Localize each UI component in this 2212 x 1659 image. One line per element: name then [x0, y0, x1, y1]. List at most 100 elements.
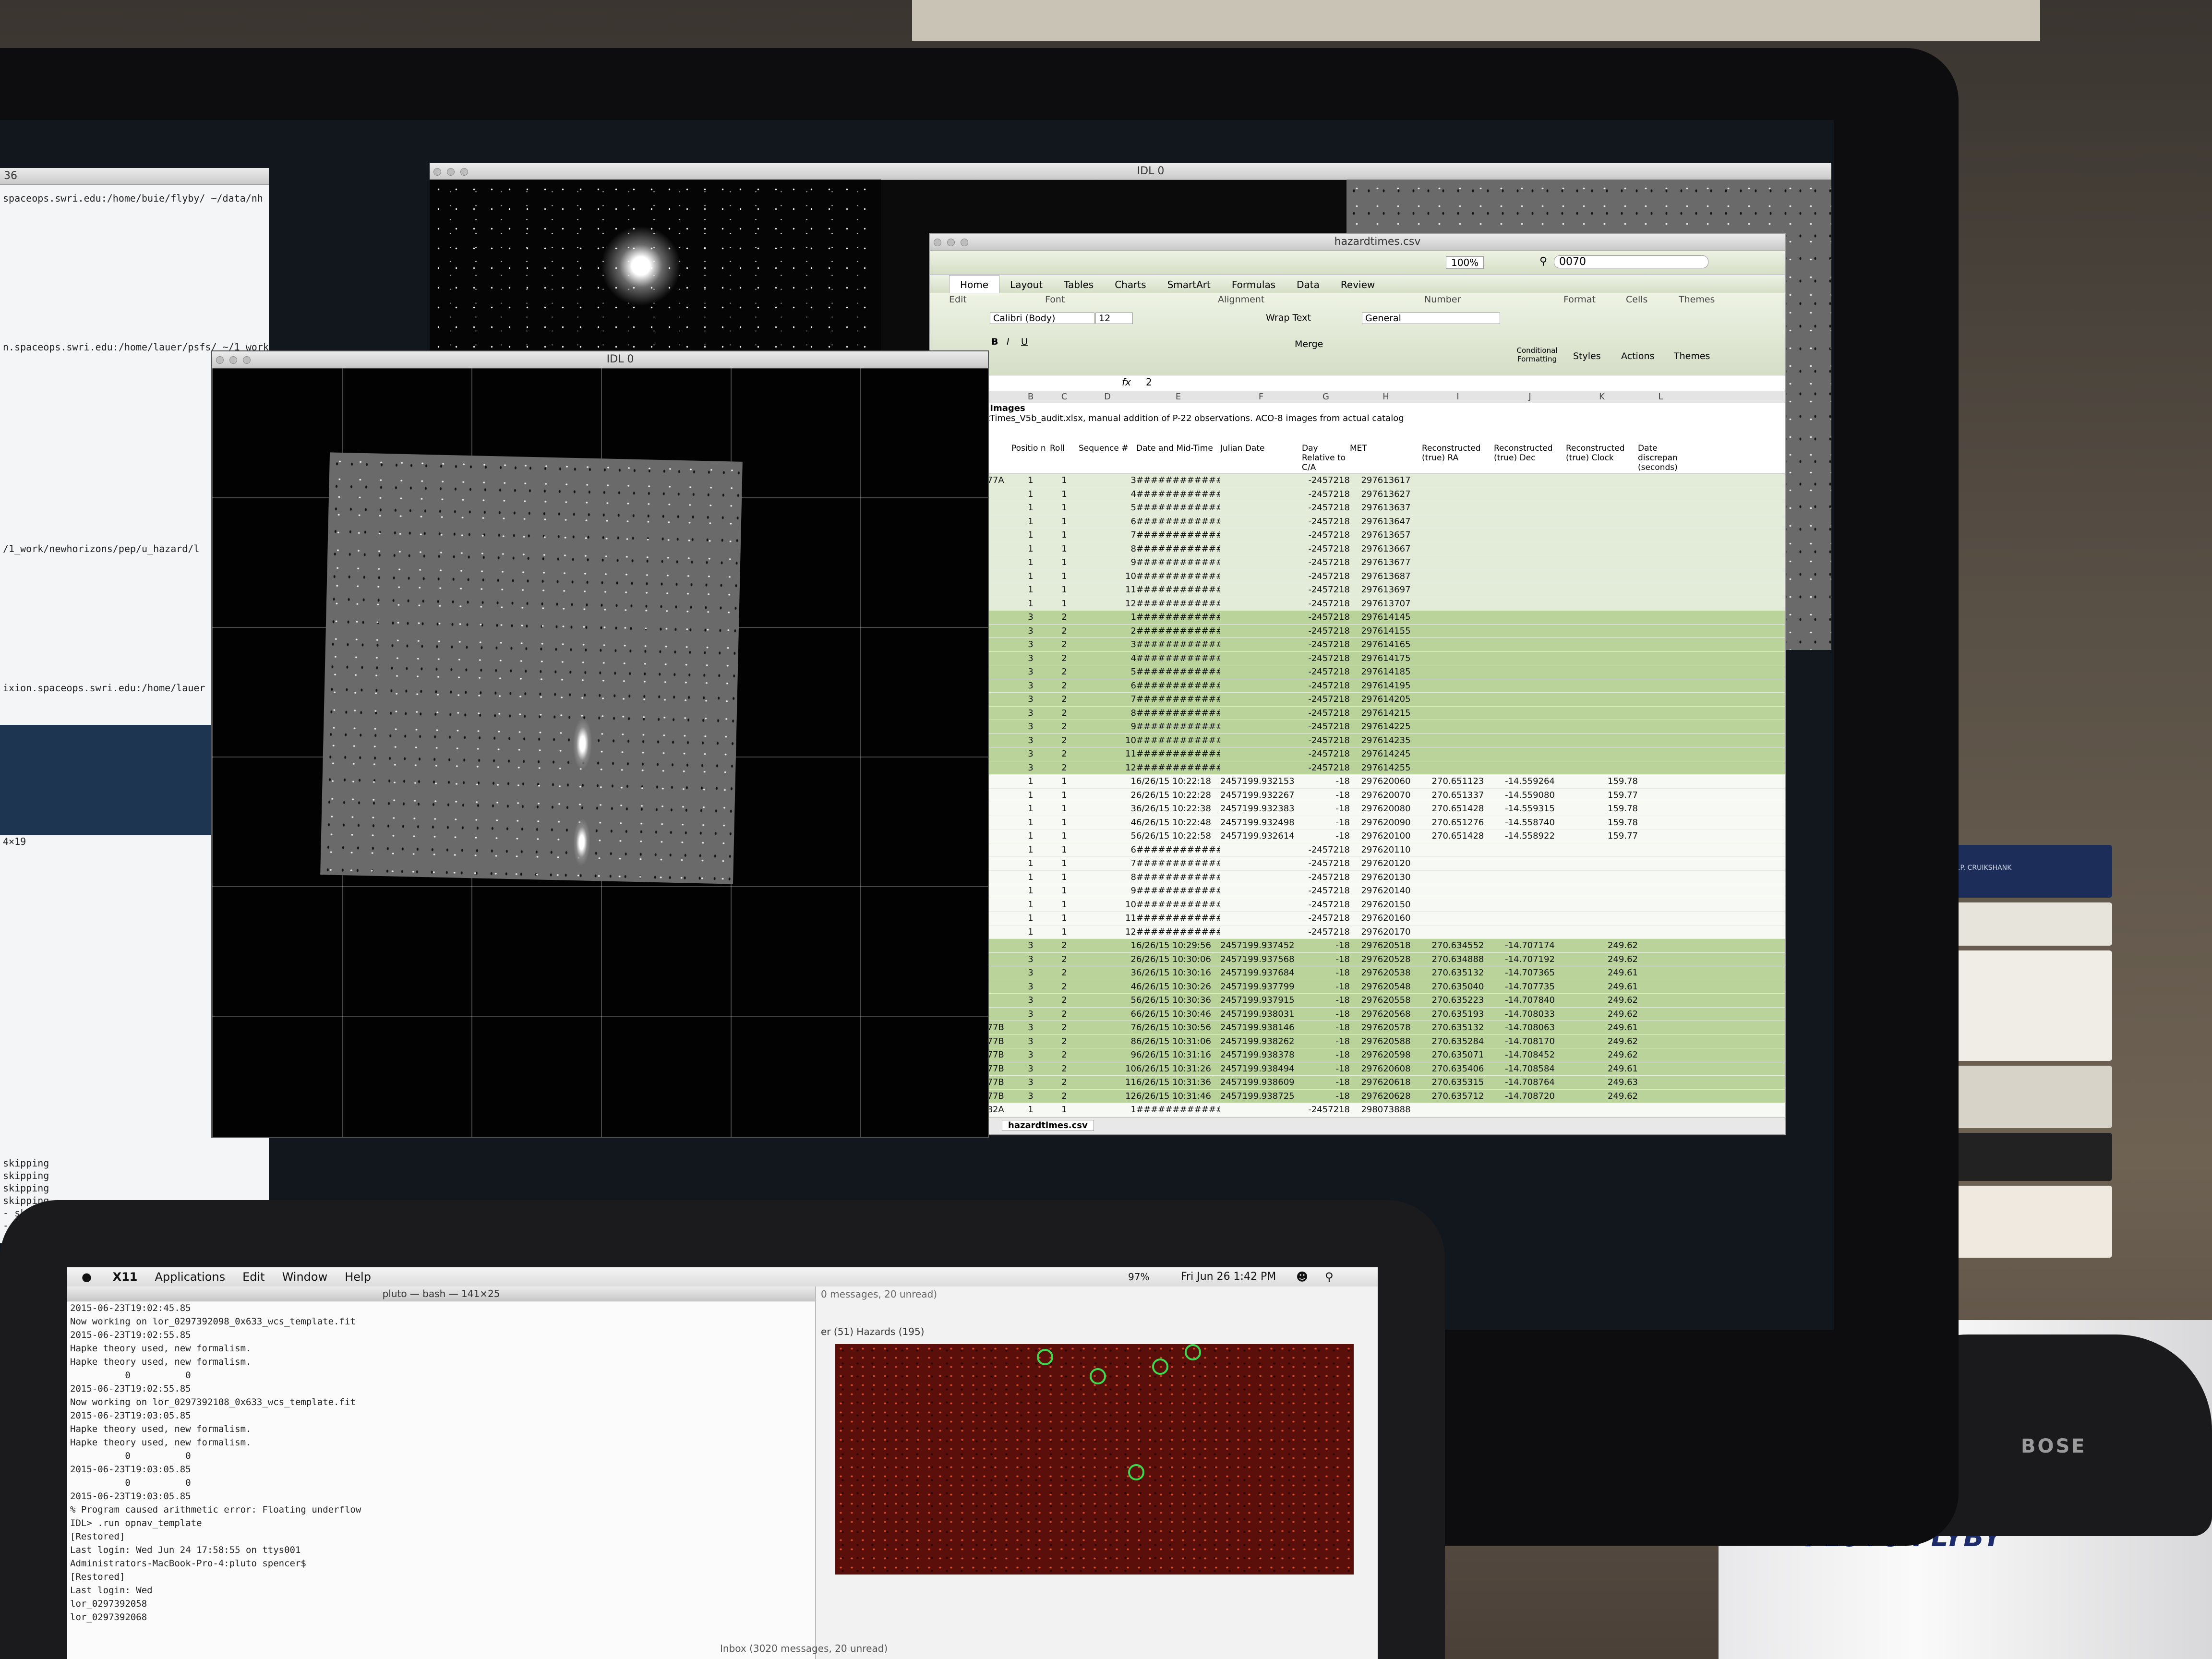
table-cell[interactable]: 297620628 [1350, 1090, 1422, 1103]
table-cell[interactable]: 2 [1050, 1021, 1079, 1034]
table-cell[interactable]: 1 [1011, 802, 1050, 816]
table-cell[interactable]: 159.78 [1566, 816, 1638, 830]
table-cell[interactable]: -18 [1302, 1062, 1350, 1076]
table-cell[interactable]: 1 [1050, 926, 1079, 939]
table-cell[interactable]: ############### [1136, 747, 1220, 761]
table-cell[interactable]: 1 [1011, 488, 1050, 501]
table-cell[interactable]: 9 [1079, 884, 1136, 898]
table-cell[interactable]: 297620558 [1350, 994, 1422, 1007]
table-cell[interactable]: 3 [1079, 638, 1136, 651]
table-cell[interactable]: ############### [1136, 556, 1220, 569]
table-cell[interactable]: -2457218 [1302, 638, 1350, 651]
table-cell[interactable]: 2457199.937799 [1220, 980, 1302, 994]
table-cell[interactable]: 2 [1050, 980, 1079, 994]
table-cell[interactable]: 6/26/15 10:30:16 [1136, 966, 1220, 980]
close-button[interactable] [216, 356, 224, 364]
table-cell[interactable]: -14.708063 [1494, 1021, 1566, 1034]
close-button[interactable] [433, 168, 441, 176]
bold-button[interactable]: B [991, 337, 998, 347]
table-cell[interactable]: 3 [1011, 625, 1050, 638]
table-cell[interactable]: -2457218 [1302, 843, 1350, 857]
table-cell[interactable]: -2457218 [1302, 501, 1350, 515]
table-cell[interactable]: 6/26/15 10:22:38 [1136, 802, 1220, 816]
table-cell[interactable]: 1 [1011, 898, 1050, 912]
menu-item-edit[interactable]: Edit [242, 1270, 264, 1284]
table-cell[interactable]: 249.62 [1566, 1048, 1638, 1062]
table-cell[interactable]: 2 [1050, 1090, 1079, 1103]
table-cell[interactable]: 270.635712 [1422, 1090, 1494, 1103]
table-cell[interactable]: 1 [1011, 871, 1050, 884]
table-cell[interactable]: 8 [1079, 707, 1136, 720]
table-cell[interactable]: 1 [1011, 775, 1050, 788]
table-cell[interactable]: 2457199.937915 [1220, 994, 1302, 1007]
ribbon-tab-tables[interactable]: Tables [1053, 276, 1104, 294]
table-cell[interactable]: 297620120 [1350, 857, 1422, 870]
table-cell[interactable]: 1 [1050, 597, 1079, 611]
table-cell[interactable]: 1 [1011, 830, 1050, 843]
table-cell[interactable]: 297613677 [1350, 556, 1422, 569]
table-cell[interactable]: 1 [1011, 926, 1050, 939]
column-letter[interactable]: E [1136, 391, 1220, 403]
table-cell[interactable]: 1 [1011, 816, 1050, 830]
table-cell[interactable]: 297614255 [1350, 761, 1422, 775]
table-cell[interactable]: 1 [1011, 857, 1050, 870]
table-cell[interactable]: -2457218 [1302, 761, 1350, 775]
table-cell[interactable]: -2457218 [1302, 693, 1350, 706]
table-cell[interactable]: 9 [1079, 720, 1136, 733]
table-cell[interactable]: 5 [1079, 665, 1136, 679]
table-cell[interactable]: 270.635284 [1422, 1035, 1494, 1048]
table-cell[interactable]: 1 [1011, 1103, 1050, 1117]
mail-window[interactable]: 0 messages, 20 unread) er (51) Hazards (… [720, 1286, 1378, 1659]
ribbon-tab-review[interactable]: Review [1330, 276, 1385, 294]
table-cell[interactable]: 297620528 [1350, 953, 1422, 966]
table-cell[interactable]: -18 [1302, 966, 1350, 980]
table-cell[interactable]: -14.707174 [1494, 939, 1566, 952]
table-cell[interactable]: 1 [1050, 802, 1079, 816]
table-cell[interactable]: 3 [1011, 720, 1050, 733]
table-cell[interactable]: 297620140 [1350, 884, 1422, 898]
table-cell[interactable]: 1 [1011, 542, 1050, 556]
table-cell[interactable]: 5 [1079, 830, 1136, 843]
table-cell[interactable]: ############### [1136, 583, 1220, 597]
table-cell[interactable]: 6 [1079, 843, 1136, 857]
column-letter[interactable]: H [1350, 391, 1422, 403]
table-cell[interactable]: 297613647 [1350, 515, 1422, 529]
table-cell[interactable]: 297614165 [1350, 638, 1422, 651]
column-letter[interactable]: L [1638, 391, 1683, 403]
table-cell[interactable]: 6 [1079, 515, 1136, 529]
table-cell[interactable]: 3 [1011, 966, 1050, 980]
table-cell[interactable]: 2 [1050, 747, 1079, 761]
table-cell[interactable]: 10 [1079, 570, 1136, 583]
table-cell[interactable]: -18 [1302, 830, 1350, 843]
table-cell[interactable]: -2457218 [1302, 679, 1350, 693]
table-cell[interactable]: 1 [1050, 775, 1079, 788]
table-cell[interactable]: -14.559315 [1494, 802, 1566, 816]
table-cell[interactable]: 1 [1050, 474, 1079, 487]
table-cell[interactable]: -2457218 [1302, 597, 1350, 611]
table-cell[interactable]: -14.707365 [1494, 966, 1566, 980]
table-cell[interactable]: 1 [1079, 611, 1136, 624]
table-cell[interactable]: 2457199.938494 [1220, 1062, 1302, 1076]
table-cell[interactable]: ############### [1136, 515, 1220, 529]
table-cell[interactable]: -14.708033 [1494, 1008, 1566, 1021]
table-cell[interactable]: ############### [1136, 693, 1220, 706]
table-cell[interactable]: -14.558740 [1494, 816, 1566, 830]
close-button[interactable] [934, 239, 941, 246]
table-cell[interactable]: 4 [1079, 652, 1136, 665]
table-cell[interactable]: ############### [1136, 761, 1220, 775]
table-cell[interactable]: 249.61 [1566, 966, 1638, 980]
table-cell[interactable]: 159.77 [1566, 789, 1638, 802]
table-cell[interactable]: -14.558922 [1494, 830, 1566, 843]
laptop-terminal-titlebar[interactable]: pluto — bash — 141×25 [67, 1286, 815, 1301]
table-cell[interactable]: 7 [1079, 857, 1136, 870]
table-cell[interactable]: 6/26/15 10:31:46 [1136, 1090, 1220, 1103]
table-cell[interactable]: 297620130 [1350, 871, 1422, 884]
table-cell[interactable]: 6/26/15 10:30:36 [1136, 994, 1220, 1007]
table-cell[interactable]: 297620170 [1350, 926, 1422, 939]
table-cell[interactable]: 270.635315 [1422, 1076, 1494, 1089]
table-cell[interactable]: -2457218 [1302, 665, 1350, 679]
formula-bar[interactable]: fx 2 [930, 375, 1785, 391]
table-cell[interactable]: 249.62 [1566, 994, 1638, 1007]
table-cell[interactable]: 270.651428 [1422, 830, 1494, 843]
table-cell[interactable]: 6/26/15 10:30:26 [1136, 980, 1220, 994]
